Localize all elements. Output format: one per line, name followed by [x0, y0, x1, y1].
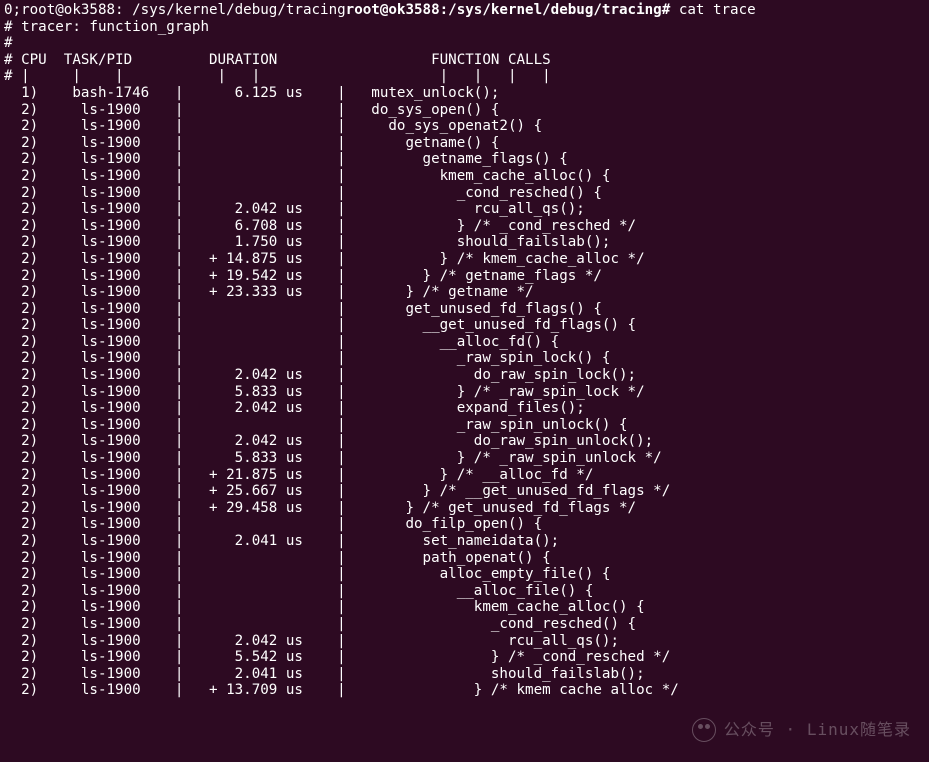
terminal-title-hint: 0;root@ok3588: /sys/kernel/debug/tracing — [4, 2, 346, 18]
terminal-output[interactable]: 0;root@ok3588: /sys/kernel/debug/tracing… — [0, 0, 929, 762]
shell-prompt: root@ok3588:/sys/kernel/debug/tracing# — [346, 2, 671, 18]
command-text: cat trace — [679, 2, 756, 18]
trace-body: 1) bash-1746 | 6.125 us | mutex_unlock()… — [4, 85, 679, 698]
prompt-line: 0;root@ok3588: /sys/kernel/debug/tracing… — [4, 2, 925, 19]
trace-header: # tracer: function_graph # # CPU TASK/PI… — [4, 19, 551, 85]
